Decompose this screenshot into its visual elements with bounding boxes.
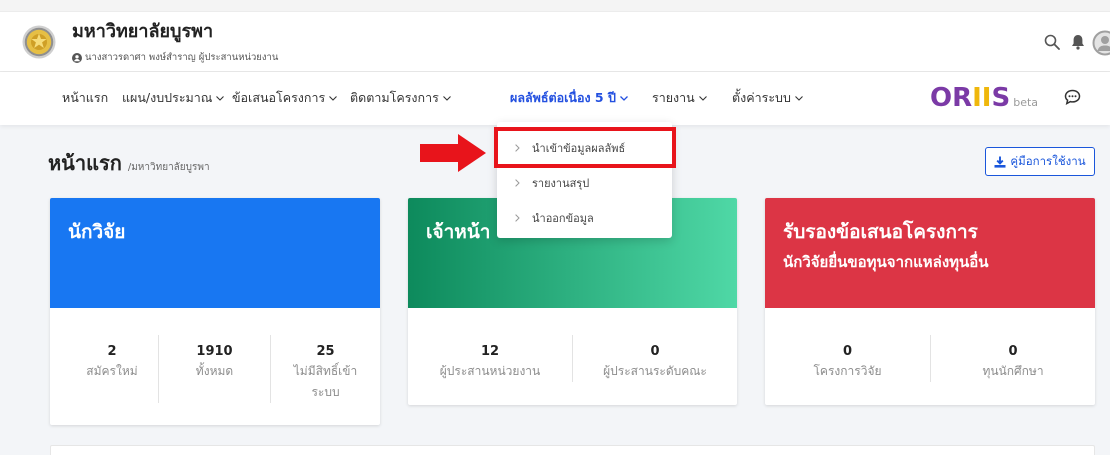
- brand-name: ORIIS: [930, 82, 1010, 114]
- stat-value: 0: [842, 344, 853, 359]
- nav-item-settings[interactable]: ตั้งค่าระบบ: [732, 89, 803, 107]
- nav-item-outcomes-5-years[interactable]: ผลลัพธ์ต่อเนื่อง 5 ปี: [510, 89, 628, 107]
- breadcrumb: /มหาวิทยาลัยบูรพา: [127, 162, 210, 173]
- brand-tag: beta: [1013, 96, 1039, 109]
- nav-item-label: หน้าแรก: [62, 90, 109, 105]
- stat-student-grants[interactable]: 0 ทุนนักศึกษา: [930, 335, 1095, 382]
- nav-item-label: ตั้งค่าระบบ: [732, 90, 791, 105]
- stat-no-access[interactable]: 25 ไม่มีสิทธิ์เข้าระบบ: [270, 335, 380, 403]
- nav-item-label: รายงาน: [652, 90, 695, 105]
- avatar-icon[interactable]: [1092, 30, 1110, 56]
- chevron-down-icon: [442, 95, 451, 101]
- chevron-down-icon: [329, 95, 338, 101]
- user-name-role: นางสาวรดาศา พงษ์สำราญ ผู้ประสานหน่วยงาน: [85, 52, 279, 63]
- chevron-down-icon: [216, 95, 225, 101]
- page-title: หน้าแรก: [48, 151, 122, 175]
- stat-value: 2: [107, 344, 117, 359]
- stat-label: ทุนนักศึกษา: [982, 364, 1044, 378]
- card-title: นักวิจัย: [68, 221, 126, 243]
- chevron-right-icon: [515, 213, 520, 222]
- chevron-down-icon: [698, 95, 707, 101]
- stat-unit-coordinators[interactable]: 12 ผู้ประสานหน่วยงาน: [408, 335, 572, 382]
- chat-bubble-icon[interactable]: [1064, 89, 1081, 109]
- nav-item-plan-budget[interactable]: แผน/งบประมาณ: [122, 89, 225, 107]
- user-manual-button[interactable]: คู่มือการใช้งาน: [985, 147, 1095, 176]
- current-user: นางสาวรดาศา พงษ์สำราญ ผู้ประสานหน่วยงาน: [72, 52, 278, 64]
- chevron-down-icon: [619, 95, 628, 101]
- nav-item-label: แผน/งบประมาณ: [122, 90, 213, 105]
- organization-name: มหาวิทยาลัยบูรพา: [72, 21, 214, 42]
- card-header: รับรองข้อเสนอโครงการ นักวิจัยยื่นขอทุนจา…: [765, 198, 1095, 308]
- menu-item-label: นำออกข้อมูล: [532, 211, 594, 225]
- brand-part: S: [991, 83, 1011, 113]
- top-strip: [0, 0, 1110, 12]
- card-subtitle: นักวิจัยยื่นขอทุนจากแหล่งทุนอื่น: [783, 253, 989, 271]
- download-icon: [994, 156, 1006, 168]
- user-circle-icon: [72, 53, 82, 63]
- nav-item-label: ติดตามโครงการ: [350, 90, 439, 105]
- main-nav: หน้าแรก แผน/งบประมาณ ข้อเสนอโครงการ ติดต…: [0, 72, 1110, 125]
- stat-label: ผู้ประสานหน่วยงาน: [439, 364, 541, 378]
- stat-new-registrations[interactable]: 2 สมัครใหม่: [66, 335, 158, 382]
- stat-label: โครงการวิจัย: [813, 364, 882, 378]
- stat-research-projects[interactable]: 0 โครงการวิจัย: [765, 335, 930, 382]
- stat-total[interactable]: 1910 ทั้งหมด: [158, 335, 270, 403]
- nav-item-label: ผลลัพธ์ต่อเนื่อง 5 ปี: [510, 90, 616, 105]
- brand-part: II: [972, 83, 992, 113]
- nav-item-project-tracking[interactable]: ติดตามโครงการ: [350, 89, 451, 107]
- stat-value: 1910: [196, 344, 233, 359]
- stat-value: 25: [316, 344, 335, 359]
- oriis-brand-logo[interactable]: ORIIS beta: [930, 82, 1038, 114]
- menu-item-export-data[interactable]: นำออกข้อมูล: [497, 200, 672, 235]
- stat-label: ทั้งหมด: [195, 364, 234, 378]
- university-seal-logo[interactable]: [22, 25, 56, 59]
- stat-label: ไม่มีสิทธิ์เข้าระบบ: [293, 364, 358, 399]
- nav-item-reports[interactable]: รายงาน: [652, 89, 707, 107]
- card-title: รับรองข้อเสนอโครงการ: [783, 221, 978, 243]
- app-header: มหาวิทยาลัยบูรพา นางสาวรดาศา พงษ์สำราญ ผ…: [0, 12, 1110, 72]
- arrow-shape: [420, 134, 486, 172]
- card-stats: 12 ผู้ประสานหน่วยงาน 0 ผู้ประสานระดับคณะ: [408, 308, 737, 405]
- page-header: หน้าแรก /มหาวิทยาลัยบูรพา: [48, 150, 210, 176]
- stat-value: 12: [480, 344, 500, 359]
- stat-value: 0: [1008, 344, 1018, 359]
- card-stats: 2 สมัครใหม่ 1910 ทั้งหมด 25 ไม่มีสิทธิ์เ…: [50, 308, 380, 425]
- search-icon[interactable]: [1044, 34, 1060, 54]
- nav-item-home[interactable]: หน้าแรก: [62, 89, 108, 107]
- card-stats: 0 โครงการวิจัย 0 ทุนนักศึกษา: [765, 308, 1095, 405]
- card-header: นักวิจัย: [50, 198, 380, 308]
- highlight-box: [494, 127, 676, 168]
- stat-label: ผู้ประสานระดับคณะ: [603, 364, 707, 378]
- nav-item-label: ข้อเสนอโครงการ: [232, 90, 326, 105]
- user-manual-label: คู่มือการใช้งาน: [1010, 153, 1086, 168]
- chevron-down-icon: [795, 95, 803, 101]
- stat-label: สมัครใหม่: [86, 364, 138, 378]
- menu-item-label: รายงานสรุป: [532, 176, 590, 190]
- next-section-card: [50, 445, 1095, 455]
- bell-icon[interactable]: [1071, 34, 1085, 54]
- proposal-endorsement-card: รับรองข้อเสนอโครงการ นักวิจัยยื่นขอทุนจา…: [765, 198, 1095, 405]
- brand-part: OR: [930, 83, 973, 113]
- menu-item-summary-report[interactable]: รายงานสรุป: [497, 165, 672, 200]
- stat-value: 0: [650, 344, 660, 359]
- chevron-right-icon: [515, 178, 520, 187]
- stat-faculty-coordinators[interactable]: 0 ผู้ประสานระดับคณะ: [572, 335, 737, 382]
- red-arrow-icon: [420, 134, 486, 172]
- nav-item-proposals[interactable]: ข้อเสนอโครงการ: [232, 89, 338, 107]
- researchers-card: นักวิจัย 2 สมัครใหม่ 1910 ทั้งหมด 25 ไม่…: [50, 198, 380, 425]
